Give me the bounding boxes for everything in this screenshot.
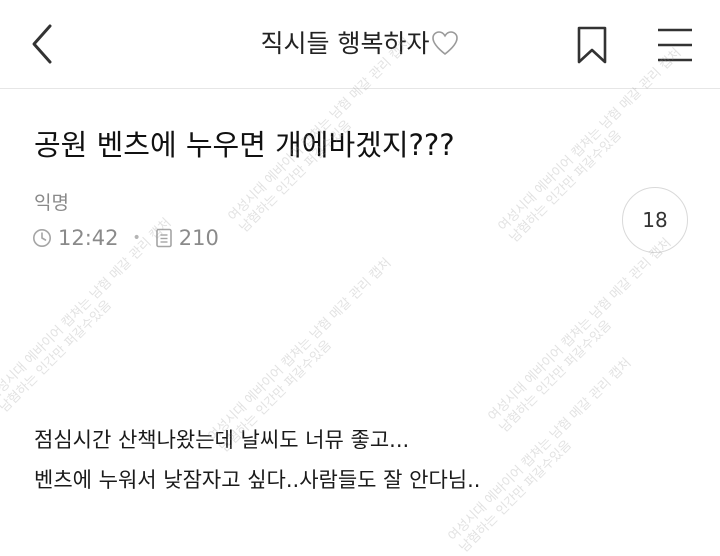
- board-title-text: 직시들 행복하자: [260, 29, 430, 58]
- meta-separator: •: [132, 230, 141, 246]
- hamburger-menu-icon: [658, 28, 692, 62]
- post-body-line: 점심시간 산책나왔는데 날씨도 너뮤 좋고...: [34, 428, 410, 452]
- document-icon: [155, 228, 172, 248]
- clock-icon: [33, 229, 51, 247]
- post-author: 익명: [34, 192, 69, 214]
- comment-count: 18: [642, 208, 668, 232]
- menu-button[interactable]: [650, 24, 700, 66]
- app-header: 직시들 행복하자: [0, 0, 720, 89]
- bookmark-button[interactable]: [572, 20, 612, 68]
- post-view-count: 210: [178, 226, 219, 250]
- comment-count-button[interactable]: 18: [622, 187, 688, 253]
- board-title: 직시들 행복하자: [0, 26, 720, 62]
- post-meta: 12:42 • 210: [32, 224, 219, 252]
- bookmark-icon: [577, 26, 607, 64]
- watermark: 여성시대 에바이어 캡쳐는 남혐 메갈 관리 캡처 남혐하는 인간만 퍼갈수있음: [485, 235, 675, 436]
- post-title: 공원 벤츠에 누우면 개에바겠지???: [34, 128, 455, 162]
- post-time: 12:42: [58, 226, 119, 250]
- white-heart-icon: [432, 31, 459, 56]
- post-body: 점심시간 산책나왔는데 날씨도 너뮤 좋고... 벤츠에 누워서 낮잠자고 싶다…: [34, 420, 480, 500]
- post-body-line: 벤츠에 누워서 낮잠자고 싶다..사람들도 잘 안다님..: [34, 468, 481, 492]
